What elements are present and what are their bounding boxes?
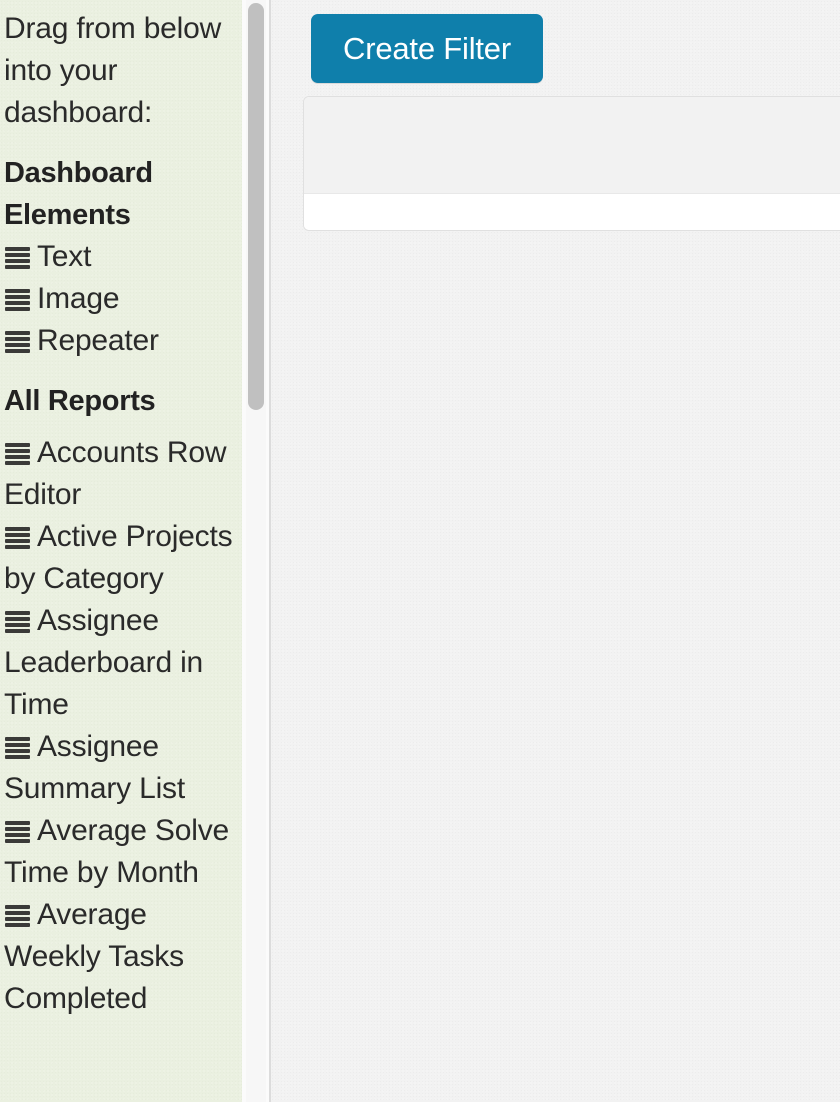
list-item[interactable]: Repeater — [4, 320, 236, 362]
filter-panel-header — [304, 97, 840, 194]
filter-panel-body — [304, 194, 840, 231]
drag-instruction-text: Drag from below into your dashboard: — [4, 0, 236, 134]
drag-handle-icon[interactable] — [4, 245, 31, 269]
sidebar-scrollbar[interactable] — [242, 0, 270, 1102]
list-item[interactable]: Image — [4, 278, 236, 320]
list-item[interactable]: Accounts Row Editor — [4, 432, 236, 516]
list-item-label: Average Solve Time by Month — [4, 814, 229, 889]
scrollbar-thumb[interactable] — [248, 3, 264, 410]
drag-handle-icon[interactable] — [4, 525, 31, 549]
sidebar-content: Drag from below into your dashboard: Das… — [0, 0, 242, 1020]
section-heading-dashboard-elements: Dashboard Elements — [4, 152, 236, 236]
create-filter-button[interactable]: Create Filter — [311, 14, 543, 83]
list-item[interactable]: Assignee Leaderboard in Time — [4, 600, 236, 726]
list-item-label: Accounts Row Editor — [4, 436, 226, 511]
list-item[interactable]: Average Solve Time by Month — [4, 810, 236, 894]
drag-handle-icon[interactable] — [4, 287, 31, 311]
list-item[interactable]: Text — [4, 236, 236, 278]
filter-panel — [303, 96, 840, 231]
dashboard-elements-sidebar: Drag from below into your dashboard: Das… — [0, 0, 242, 1102]
main-content-area: Create Filter — [271, 0, 840, 1102]
list-item[interactable]: Active Projects by Category — [4, 516, 236, 600]
list-item-label: Image — [37, 282, 119, 315]
drag-handle-icon[interactable] — [4, 903, 31, 927]
list-item-label: Text — [37, 240, 91, 273]
list-item[interactable]: Average Weekly Tasks Completed — [4, 894, 236, 1020]
list-item-label: Repeater — [37, 324, 159, 357]
drag-handle-icon[interactable] — [4, 609, 31, 633]
section-heading-all-reports: All Reports — [4, 380, 236, 422]
list-item-label: Assignee Leaderboard in Time — [4, 604, 203, 721]
dashboard-editor-screen: Drag from below into your dashboard: Das… — [0, 0, 840, 1102]
drag-handle-icon[interactable] — [4, 735, 31, 759]
list-item-label: Assignee Summary List — [4, 730, 185, 805]
drag-handle-icon[interactable] — [4, 819, 31, 843]
list-item[interactable]: Assignee Summary List — [4, 726, 236, 810]
all-reports-list: Accounts Row Editor Active Projects by C… — [4, 432, 236, 1020]
dashboard-elements-list: Text Image Repeater — [4, 236, 236, 362]
list-item-label: Active Projects by Category — [4, 520, 232, 595]
drag-handle-icon[interactable] — [4, 329, 31, 353]
drag-handle-icon[interactable] — [4, 441, 31, 465]
